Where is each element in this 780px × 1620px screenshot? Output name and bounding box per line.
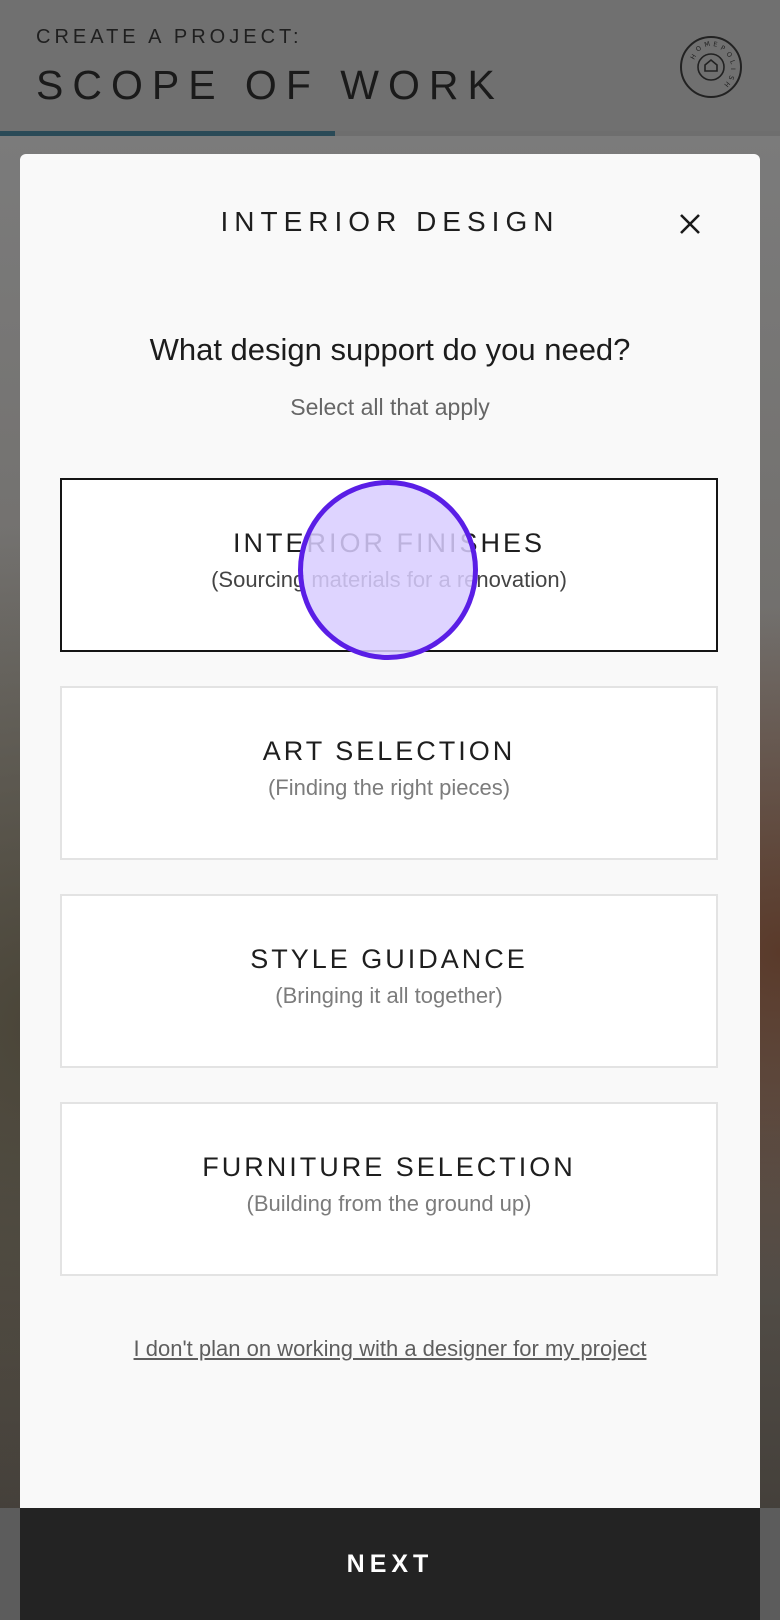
- page-header: CREATE A PROJECT: SCOPE OF WORK H O M E …: [0, 0, 780, 136]
- option-furniture-selection[interactable]: FURNITURE SELECTION (Building from the g…: [60, 1102, 718, 1276]
- option-description: (Bringing it all together): [275, 983, 503, 1008]
- homepolish-logo: H O M E P O L I S H: [680, 36, 742, 98]
- svg-text:O: O: [724, 50, 733, 59]
- svg-text:P: P: [719, 44, 726, 53]
- svg-text:H: H: [689, 53, 698, 61]
- option-label: FURNITURE SELECTION: [202, 1152, 576, 1182]
- svg-text:L: L: [728, 59, 737, 65]
- svg-text:O: O: [694, 44, 703, 53]
- svg-text:H: H: [722, 80, 731, 89]
- close-icon: [680, 214, 700, 234]
- page-title: SCOPE OF WORK: [36, 62, 504, 108]
- option-label: STYLE GUIDANCE: [250, 944, 528, 974]
- svg-text:S: S: [727, 74, 736, 81]
- modal-title: INTERIOR DESIGN: [220, 206, 560, 237]
- svg-text:M: M: [703, 40, 710, 49]
- header-kicker: CREATE A PROJECT:: [36, 26, 303, 48]
- option-style-guidance[interactable]: STYLE GUIDANCE (Bringing it all together…: [60, 894, 718, 1068]
- option-label: ART SELECTION: [262, 736, 516, 766]
- select-hint: Select all that apply: [290, 394, 490, 420]
- option-description: (Building from the ground up): [246, 1191, 532, 1216]
- option-interior-finishes[interactable]: INTERIOR FINISHES (Sourcing materials fo…: [60, 478, 718, 652]
- option-description: (Finding the right pieces): [267, 775, 511, 800]
- homepolish-logo-icon: H O M E P O L I S H: [689, 40, 737, 89]
- question-heading: What design support do you need?: [149, 332, 631, 367]
- option-label: INTERIOR FINISHES: [232, 528, 546, 558]
- close-button[interactable]: [672, 206, 708, 242]
- progress-bar: [0, 131, 780, 136]
- svg-text:E: E: [713, 40, 718, 49]
- no-designer-link[interactable]: I don't plan on working with a designer …: [20, 1336, 760, 1362]
- progress-bar-fill: [0, 131, 336, 136]
- next-button[interactable]: NEXT: [20, 1508, 760, 1620]
- option-art-selection[interactable]: ART SELECTION (Finding the right pieces): [60, 686, 718, 860]
- background-strip: [0, 1508, 20, 1620]
- interior-design-modal: INTERIOR DESIGN What design support do y…: [20, 154, 760, 1620]
- background-strip: [760, 1508, 780, 1620]
- svg-text:I: I: [729, 68, 737, 70]
- option-description: (Sourcing materials for a renovation): [211, 567, 567, 592]
